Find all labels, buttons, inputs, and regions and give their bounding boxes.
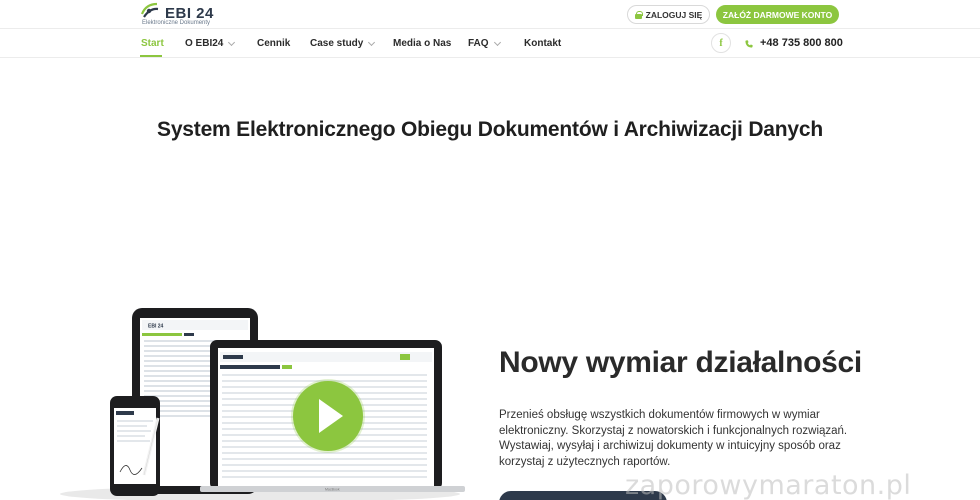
nav-item-case-study[interactable]: Case study — [310, 38, 376, 49]
page-headline: System Elektronicznego Obiegu Dokumentów… — [157, 118, 823, 141]
nav-item-label: Start — [141, 38, 164, 49]
logo-subtitle: Elektroniczne Dokumenty — [142, 20, 211, 26]
register-label: ZAŁÓŻ DARMOWE KONTO — [722, 9, 833, 20]
play-video-button[interactable] — [293, 381, 363, 451]
phone-number[interactable]: +48 735 800 800 — [760, 37, 843, 49]
nav-item-o-ebi24[interactable]: O EBI24 — [185, 38, 236, 49]
login-label: ZALOGUJ SIĘ — [645, 9, 703, 20]
devices-illustration: EBI 24 MacBook — [60, 308, 465, 500]
nav-item-label: Cennik — [257, 38, 291, 49]
hero-title: Nowy wymiar działalności — [499, 346, 862, 379]
hero-description: Przenieś obsługę wszystkich dokumentów f… — [499, 409, 848, 468]
phone-device — [110, 396, 160, 496]
nav-item-label: O EBI24 — [185, 38, 224, 49]
laptop-label: MacBook — [325, 488, 340, 492]
chevron-down-icon — [368, 38, 376, 46]
nav-item-faq[interactable]: FAQ — [468, 38, 501, 49]
phone-icon — [745, 40, 753, 48]
nav-item-kontakt[interactable]: Kontakt — [524, 38, 561, 49]
nav-item-label: Case study — [310, 38, 364, 49]
lock-icon — [634, 10, 643, 19]
nav-item-label: FAQ — [468, 38, 489, 49]
login-button[interactable]: ZALOGUJ SIĘ — [627, 5, 710, 24]
nav-item-label: Kontakt — [524, 38, 562, 49]
chevron-down-icon — [493, 38, 501, 46]
top-bar: EBI 24 Elektroniczne Dokumenty ZALOGUJ S… — [0, 0, 980, 29]
nav-item-media[interactable]: Media o Nas — [393, 38, 451, 49]
nav-item-cennik[interactable]: Cennik — [257, 38, 290, 49]
main-nav: Start O EBI24 Cennik Case study Media o … — [0, 29, 980, 58]
register-button[interactable]: ZAŁÓŻ DARMOWE KONTO — [716, 5, 839, 24]
logo-mark-icon — [140, 2, 159, 18]
watermark: zaporowymaraton.pl — [625, 470, 912, 500]
tablet-logo-text: EBI 24 — [148, 324, 164, 330]
chevron-down-icon — [228, 38, 236, 46]
logo[interactable]: EBI 24 Elektroniczne Dokumenty — [140, 2, 230, 28]
active-nav-indicator — [140, 55, 162, 57]
facebook-icon[interactable]: f — [711, 33, 731, 53]
nav-item-label: Media o Nas — [393, 38, 452, 49]
nav-item-start[interactable]: Start — [141, 38, 164, 49]
